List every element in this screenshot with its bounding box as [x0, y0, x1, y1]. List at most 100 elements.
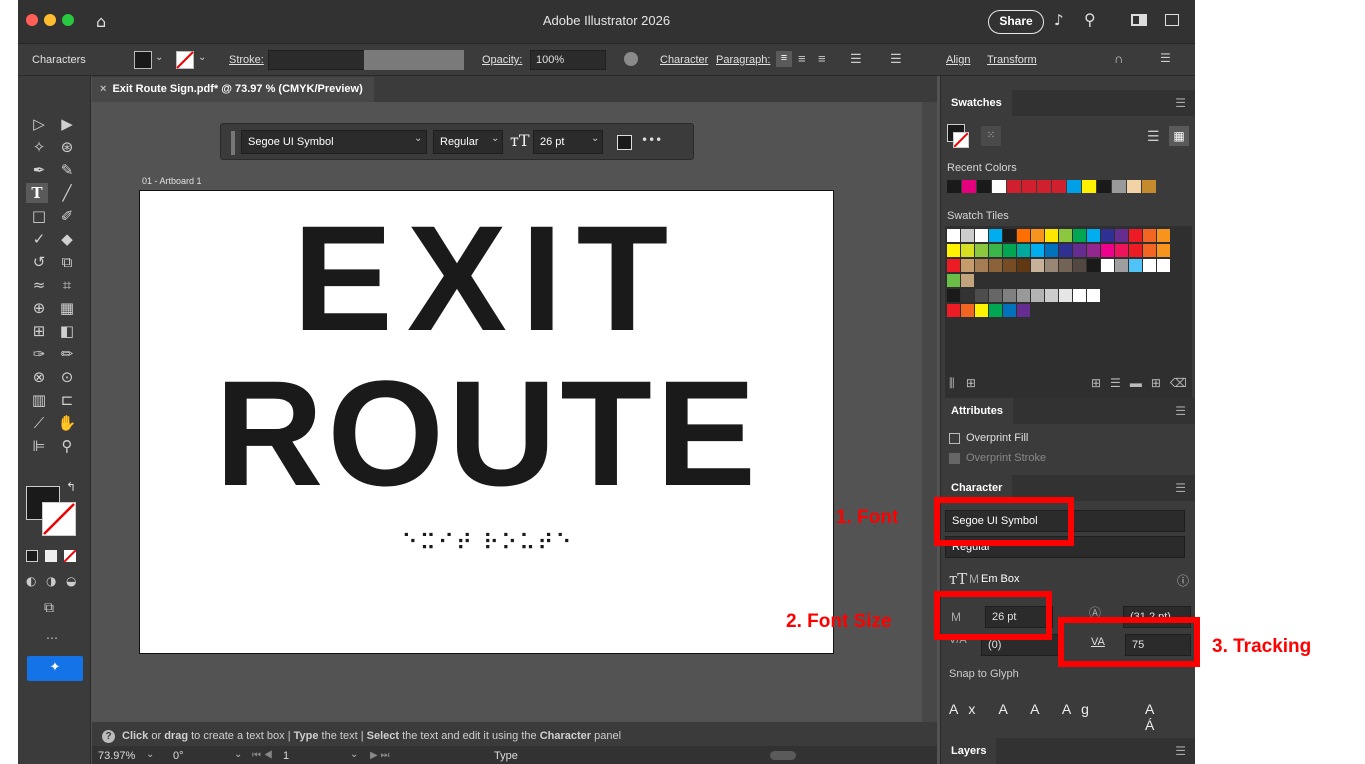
glyph-angle-icon[interactable]: A Á	[1145, 701, 1195, 733]
screen-mode-icon[interactable]: ⧉	[44, 600, 54, 616]
gradient-tool-icon[interactable]: ◧	[56, 321, 78, 341]
zoom-tool-icon[interactable]: ⚲	[56, 436, 78, 456]
artboard-number-field[interactable]: 1	[283, 750, 289, 762]
swatch-tile[interactable]	[1003, 244, 1016, 257]
print-tiling-icon[interactable]: ⊫	[28, 436, 50, 456]
swatch-tile[interactable]	[1129, 244, 1142, 257]
magic-wand-icon[interactable]: ✧	[28, 137, 50, 157]
recent-color-swatch[interactable]	[1112, 180, 1126, 193]
swatch-tile[interactable]	[1017, 259, 1030, 272]
swatch-tile[interactable]	[1017, 304, 1030, 317]
stroke-color-box[interactable]	[42, 502, 76, 536]
panel-menu-icon[interactable]: ☰	[1175, 744, 1186, 758]
close-tab-icon[interactable]: ×	[100, 83, 106, 95]
workspace-switcher-icon[interactable]	[1165, 14, 1179, 26]
paintbrush-icon[interactable]: ✐	[56, 206, 78, 226]
swatch-tile[interactable]	[1003, 289, 1016, 302]
search-icon[interactable]: ⚲	[1084, 10, 1096, 29]
arrange-documents-icon[interactable]	[1131, 14, 1147, 26]
swatch-library-icon[interactable]: ⫼ ⊞	[949, 376, 980, 391]
swatch-tile[interactable]	[1143, 229, 1156, 242]
width-tool-icon[interactable]: ≈	[28, 275, 50, 295]
line-tool-icon[interactable]: ╱	[56, 183, 78, 203]
scale-tool-icon[interactable]: ⧉	[56, 252, 78, 272]
swatch-tile[interactable]	[1003, 229, 1016, 242]
swatch-tile[interactable]	[1031, 259, 1044, 272]
swatch-tile[interactable]	[1031, 229, 1044, 242]
swatch-tile[interactable]	[1087, 289, 1100, 302]
swatch-tile[interactable]	[961, 289, 974, 302]
swatch-tile[interactable]	[1101, 244, 1114, 257]
recent-color-swatch[interactable]	[977, 180, 991, 193]
swatch-tile[interactable]	[1157, 244, 1170, 257]
swatch-tile[interactable]	[989, 259, 1002, 272]
swatch-tile[interactable]	[1073, 229, 1086, 242]
measure-tool-icon[interactable]: ✏	[56, 344, 78, 364]
swatch-tile[interactable]	[1087, 259, 1100, 272]
swatch-tile[interactable]	[961, 274, 974, 287]
align-center-icon[interactable]: ≡	[798, 51, 806, 66]
zoom-field[interactable]: 73.97%	[98, 750, 135, 762]
swatch-tile[interactable]	[975, 244, 988, 257]
recolor-icon[interactable]	[624, 52, 638, 66]
attributes-tab[interactable]: Attributes	[941, 398, 1013, 424]
previous-artboard-icon[interactable]: ⏮ ◀	[252, 750, 273, 761]
swatch-actions-icon[interactable]: ⊞☰▬⊞⌫	[1091, 376, 1195, 390]
chevron-down-icon[interactable]: ⌄	[350, 749, 358, 760]
swatch-tile[interactable]	[989, 289, 1002, 302]
artboard-tool-icon[interactable]: ⊏	[56, 390, 78, 410]
swatch-tile[interactable]	[1017, 229, 1030, 242]
chevron-down-icon[interactable]: ⌄	[146, 749, 154, 760]
warp-icon[interactable]: ∩	[1114, 51, 1123, 66]
braille-text[interactable]: ⠑⠭⠊⠞ ⠗⠕⠥⠞⠑	[140, 531, 835, 556]
rotation-field[interactable]: 0°	[173, 750, 184, 762]
swatch-tile[interactable]	[1087, 229, 1100, 242]
chevron-down-icon[interactable]: ⌄	[591, 133, 599, 144]
swatch-tile[interactable]	[1045, 244, 1058, 257]
recent-color-swatch[interactable]	[1082, 180, 1096, 193]
eyedropper-icon[interactable]: ✑	[28, 344, 50, 364]
recent-color-swatch[interactable]	[1022, 180, 1036, 193]
swatch-tile[interactable]	[1143, 259, 1156, 272]
recent-color-swatch[interactable]	[1067, 180, 1081, 193]
swatch-tile[interactable]	[1045, 289, 1058, 302]
list-view-icon[interactable]: ☰	[1147, 128, 1160, 145]
swatch-tile[interactable]	[975, 229, 988, 242]
draw-inside-icon[interactable]: ◒	[66, 574, 76, 588]
draw-behind-icon[interactable]: ◑	[46, 574, 56, 588]
selection-tool-icon[interactable]: ▷	[28, 114, 50, 134]
swatch-tile[interactable]	[989, 304, 1002, 317]
shaper-tool-icon[interactable]: ✓	[28, 229, 50, 249]
recent-color-swatch[interactable]	[1037, 180, 1051, 193]
symbol-sprayer-icon[interactable]: ⊙	[56, 367, 78, 387]
swatch-tile[interactable]	[1073, 289, 1086, 302]
swatch-tile[interactable]	[1045, 229, 1058, 242]
opacity-link[interactable]: Opacity:	[482, 54, 522, 66]
swatch-tile[interactable]	[975, 289, 988, 302]
variable-width-profile[interactable]	[364, 50, 464, 70]
swatch-tile[interactable]	[1017, 244, 1030, 257]
share-button[interactable]: Share	[988, 10, 1044, 34]
rectangle-tool-icon[interactable]: □	[28, 206, 50, 226]
eraser-icon[interactable]: ◆	[56, 229, 78, 249]
swatch-tile[interactable]	[947, 304, 960, 317]
swatch-tile[interactable]	[1101, 229, 1114, 242]
recent-color-swatch[interactable]	[1052, 180, 1066, 193]
drag-handle[interactable]	[231, 131, 235, 155]
swatch-tile[interactable]	[1059, 259, 1072, 272]
swatch-tile[interactable]	[961, 304, 974, 317]
none-mode-icon[interactable]	[64, 550, 76, 562]
gradient-mode-icon[interactable]	[45, 550, 57, 562]
swatch-tile[interactable]	[989, 244, 1002, 257]
swatch-tile[interactable]	[1059, 229, 1072, 242]
swatch-tile[interactable]	[1017, 289, 1030, 302]
slice-tool-icon[interactable]: ⟋	[28, 413, 50, 433]
chevron-down-icon[interactable]: ⌄	[155, 52, 163, 63]
panel-menu-icon[interactable]: ☰	[1175, 481, 1186, 495]
swatch-tile[interactable]	[1059, 244, 1072, 257]
stroke-weight-field[interactable]	[268, 50, 368, 70]
route-heading-text[interactable]: ROUTE	[140, 358, 835, 508]
chevron-down-icon[interactable]: ⌄	[491, 133, 499, 144]
swatch-tile[interactable]	[947, 229, 960, 242]
swap-fill-stroke-icon[interactable]: ↰	[66, 480, 76, 494]
